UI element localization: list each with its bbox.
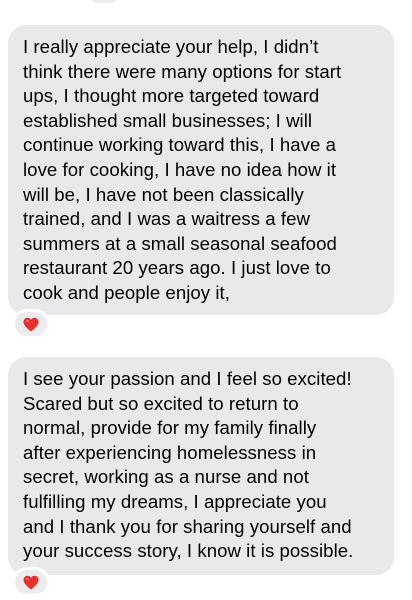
message-bubble-2[interactable]: I see your passion and I feel so excited…	[8, 357, 394, 575]
message-1-reaction-badge[interactable]	[12, 309, 50, 339]
heart-icon	[23, 575, 39, 589]
heart-icon	[23, 317, 39, 331]
message-2-reaction-badge[interactable]	[12, 567, 50, 597]
message-thread: I really appreciate your help, I didn’t …	[0, 0, 412, 600]
previous-message-reaction-badge[interactable]	[86, 0, 122, 6]
message-bubble-1[interactable]: I really appreciate your help, I didn’t …	[8, 25, 394, 315]
